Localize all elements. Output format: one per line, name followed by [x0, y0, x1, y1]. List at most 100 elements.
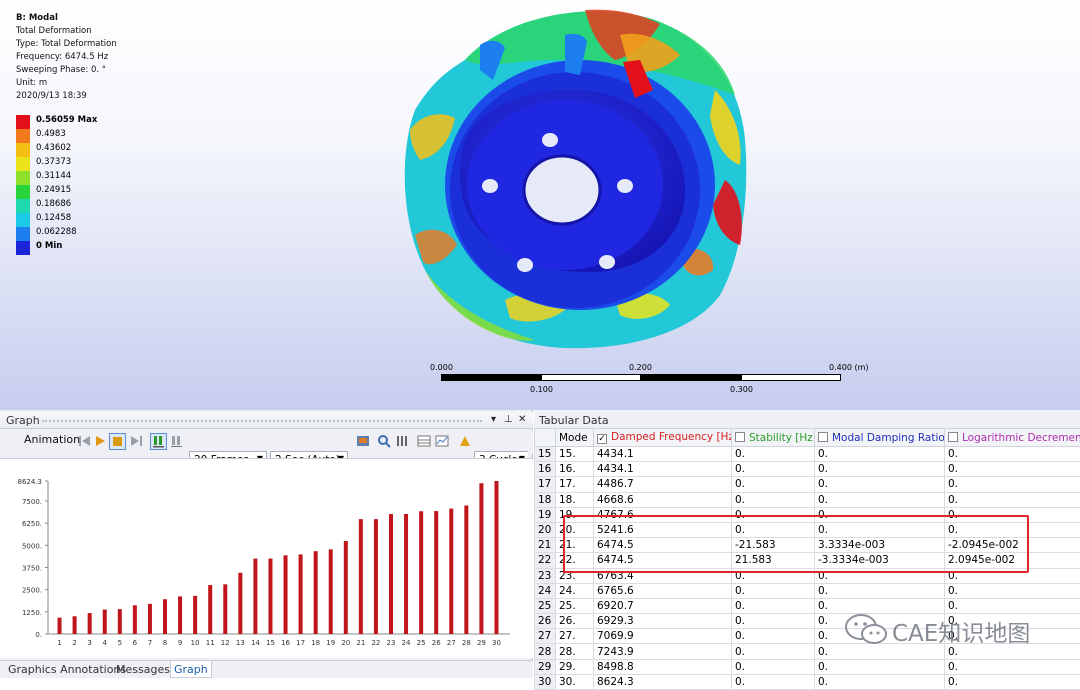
table-cell: 30. — [556, 674, 594, 689]
result-line: Type: Total Deformation — [16, 38, 117, 51]
chart-bar[interactable] — [253, 559, 257, 634]
chart-bar[interactable] — [404, 514, 408, 634]
x-tick-label: 14 — [251, 639, 260, 647]
x-tick-label: 15 — [266, 639, 275, 647]
chart-bar[interactable] — [73, 616, 77, 634]
table-cell: 3.3334e-003 — [815, 538, 945, 553]
chart-bar[interactable] — [193, 596, 197, 634]
chart-bar[interactable] — [208, 585, 212, 634]
chart-bar[interactable] — [464, 505, 468, 634]
chart-bar[interactable] — [494, 481, 498, 634]
table-row[interactable]: 2020.5241.60.0.0. — [535, 522, 1080, 537]
table-row[interactable]: 2323.6763.40.0.0. — [535, 568, 1080, 583]
checkbox[interactable] — [735, 432, 745, 442]
table-cell: 4767.6 — [594, 507, 732, 522]
result-line: Total Deformation — [16, 25, 117, 38]
chart-bar[interactable] — [88, 613, 92, 634]
chart-icon[interactable] — [435, 434, 449, 448]
chart-bar[interactable] — [148, 604, 152, 634]
table-cell: 19. — [556, 507, 594, 522]
legend-label: 0.37373 — [36, 157, 71, 167]
table-row[interactable]: 2121.6474.5-21.5833.3334e-003-2.0945e-00… — [535, 538, 1080, 553]
chart-bar[interactable] — [419, 511, 423, 634]
checkbox[interactable] — [818, 432, 828, 442]
table-cell: -3.3334e-003 — [815, 553, 945, 568]
scale-segment — [441, 374, 541, 381]
chart-bar[interactable] — [223, 584, 227, 634]
chart-bar[interactable] — [118, 609, 122, 634]
table-row[interactable]: 2222.6474.521.583-3.3334e-0032.0945e-002 — [535, 553, 1080, 568]
table-cell: 23. — [556, 568, 594, 583]
tab-graphics-annotations[interactable]: Graphics Annotations — [8, 663, 126, 676]
column-header-modal-damping-ratio[interactable]: Modal Damping Ratio — [815, 429, 945, 447]
animation-toolbar: Animation 20 Frames ▼ 2 Sec (Auto) ▼ 3 C… — [0, 430, 533, 454]
graphics-viewport[interactable]: B: Modal Total Deformation Type: Total D… — [0, 0, 1080, 410]
play-icon[interactable] — [93, 434, 107, 448]
table-row[interactable]: 2424.6765.60.0.0. — [535, 583, 1080, 598]
table-row[interactable]: 1818.4668.60.0.0. — [535, 492, 1080, 507]
row-number-cell: 20 — [535, 522, 556, 537]
distributed-frames-icon[interactable] — [150, 433, 167, 450]
chart-bar[interactable] — [299, 554, 303, 634]
chart-bar[interactable] — [329, 549, 333, 634]
chart-bar[interactable] — [479, 483, 483, 634]
chart-bar[interactable] — [434, 511, 438, 634]
stop-icon[interactable] — [109, 433, 126, 450]
grid-icon[interactable] — [396, 434, 410, 448]
frequency-chart-area[interactable]: 8624.37500.6250.5000.3750.2500.1250.0.12… — [0, 458, 533, 658]
chart-bar[interactable] — [314, 551, 318, 634]
column-header-damped-frequency[interactable]: ✓Damped Frequency [Hz] — [594, 429, 732, 447]
table-cell: 0. — [815, 522, 945, 537]
result-sets-icon[interactable] — [170, 434, 184, 448]
graph-panel-title: Graph — [6, 414, 40, 427]
deformed-model[interactable] — [395, 0, 765, 360]
table-row[interactable]: 1717.4486.70.0.0. — [535, 477, 1080, 492]
tabular-data-title: Tabular Data — [539, 414, 609, 427]
legend-swatch — [16, 185, 30, 199]
forward-icon[interactable] — [129, 434, 143, 448]
tabular-data-table[interactable]: Mode ✓Damped Frequency [Hz] Stability [H… — [534, 428, 1080, 690]
chart-bar[interactable] — [238, 573, 242, 634]
chart-bar[interactable] — [178, 596, 182, 634]
table-cell: 0. — [815, 674, 945, 689]
y-tick-label: 8624.3 — [18, 478, 43, 486]
rewind-icon[interactable] — [78, 434, 92, 448]
table-row[interactable]: 1919.4767.60.0.0. — [535, 507, 1080, 522]
table-row[interactable]: 2929.8498.80.0.0. — [535, 659, 1080, 674]
close-panel-button[interactable]: ✕ — [518, 414, 526, 425]
chart-bar[interactable] — [449, 509, 453, 634]
chart-bar[interactable] — [58, 618, 62, 634]
column-header-label: Mode — [559, 432, 588, 444]
legend-label: 0.12458 — [36, 213, 71, 223]
wechat-logo-icon — [844, 612, 888, 646]
chart-bar[interactable] — [268, 559, 272, 634]
chart-bar[interactable] — [374, 519, 378, 634]
zoom-icon[interactable] — [377, 434, 391, 448]
checkbox-checked[interactable]: ✓ — [597, 434, 607, 444]
chart-bar[interactable] — [284, 555, 288, 634]
row-number-cell: 22 — [535, 553, 556, 568]
tab-messages[interactable]: Messages — [116, 663, 170, 676]
table-cell: 0. — [945, 447, 1080, 462]
table-cell: 29. — [556, 659, 594, 674]
tab-graph[interactable]: Graph — [170, 661, 212, 678]
export-video-icon[interactable] — [356, 434, 370, 448]
chart-bar[interactable] — [133, 605, 137, 634]
checkbox[interactable] — [948, 432, 958, 442]
panel-menu-button[interactable]: ▾ — [491, 414, 496, 425]
column-header-stability[interactable]: Stability [Hz] — [732, 429, 815, 447]
table-row[interactable]: 1616.4434.10.0.0. — [535, 462, 1080, 477]
chart-bar[interactable] — [344, 541, 348, 634]
column-header-mode[interactable]: Mode — [556, 429, 594, 447]
table-icon[interactable] — [417, 434, 431, 448]
x-tick-label: 19 — [326, 639, 335, 647]
chart-bar[interactable] — [163, 599, 167, 634]
cycles-icon[interactable] — [458, 434, 472, 448]
chart-bar[interactable] — [359, 519, 363, 634]
table-row[interactable]: 1515.4434.10.0.0. — [535, 447, 1080, 462]
chart-bar[interactable] — [389, 514, 393, 634]
column-header-log-decrement[interactable]: Logarithmic Decrement — [945, 429, 1080, 447]
table-row[interactable]: 3030.8624.30.0.0. — [535, 674, 1080, 689]
chart-bar[interactable] — [103, 610, 107, 634]
pin-button[interactable]: ⊥ — [504, 414, 513, 425]
